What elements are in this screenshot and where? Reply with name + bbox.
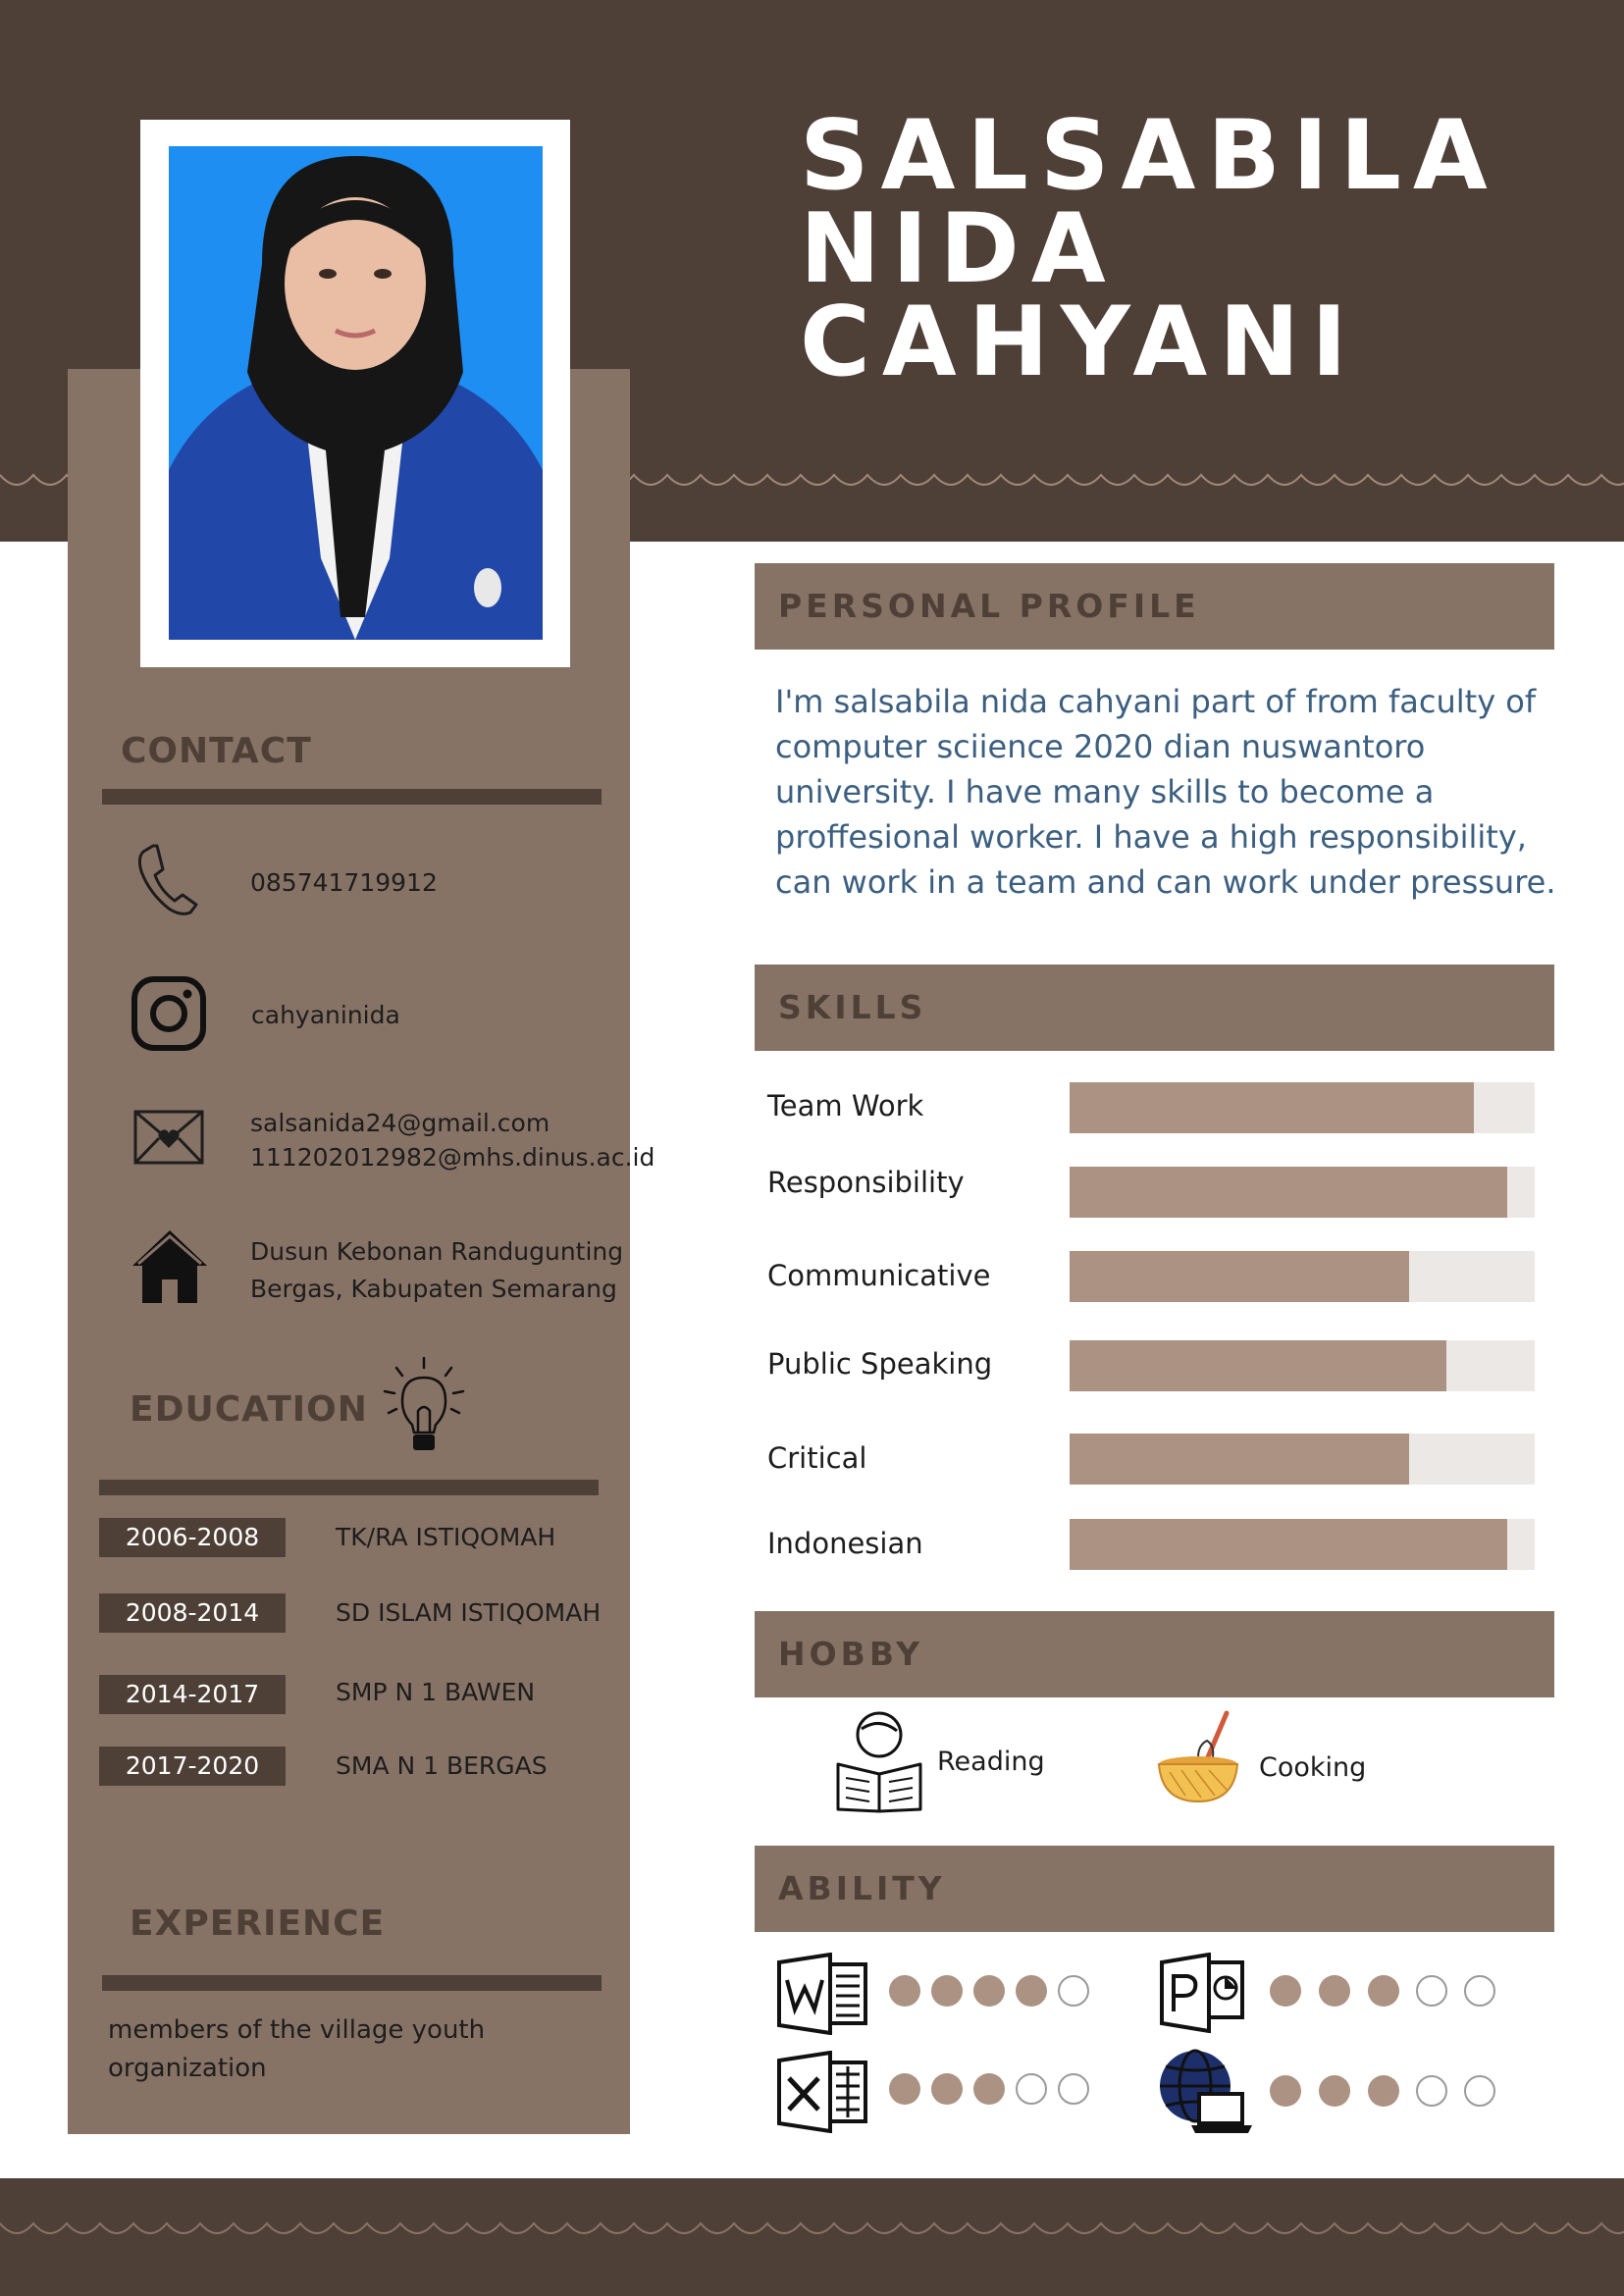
email-secondary: 111202012982@mhs.dinus.ac.id [250,1143,655,1172]
skill-label: Indonesian [767,1527,923,1560]
skill-label: Communicative [767,1259,991,1292]
full-name: SALSABILA NIDA CAHYANI [800,100,1499,398]
experience-divider [102,1975,602,1991]
footer-wave-decoration [0,2221,1624,2234]
skill-bar-fill [1070,1519,1507,1570]
hobby-heading: HOBBY [778,1635,924,1673]
rating-dot [1270,1975,1301,2007]
lightbulb-icon [383,1356,465,1450]
rating-dot [1416,2075,1447,2107]
house-icon [132,1230,207,1303]
rating-dot [1058,2073,1089,2105]
experience-description: members of the village youth organizatio… [108,2015,486,2083]
rating-dot [1058,1975,1089,2007]
hobby-label: Cooking [1259,1752,1367,1783]
instagram-icon [131,976,206,1051]
word-rating [889,1975,1105,2010]
education-years: 2014-2017 [99,1675,286,1714]
rating-dot [1319,1975,1350,2007]
skills-heading: SKILLS [778,988,927,1026]
skill-bar-fill [1070,1082,1475,1133]
person-portrait-icon [169,156,543,640]
section-bar-skills: SKILLS [755,965,1554,1051]
name-line-first: SALSABILA [800,100,1499,212]
name-line-last: CAHYANI [800,287,1359,398]
skill-bar-track [1070,1167,1535,1218]
education-school: SMA N 1 BERGAS [336,1751,548,1780]
education-school: TK/RA ISTIQOMAH [336,1523,556,1551]
phone-icon [137,844,198,915]
section-bar-profile: PERSONAL PROFILE [755,563,1554,650]
skill-label: Responsibility [767,1166,965,1199]
experience-heading: EXPERIENCE [130,1904,386,1944]
powerpoint-rating [1270,1975,1505,2010]
skill-bar-fill [1070,1340,1446,1391]
rating-dot [1368,1975,1399,2007]
mixing-bowl-icon [1157,1710,1239,1803]
rating-dot [1416,1975,1447,2007]
skill-bar-fill [1070,1167,1507,1218]
powerpoint-icon [1160,1953,1244,2033]
phone-number: 085741719912 [250,868,438,897]
rating-dot [1016,2073,1047,2105]
rating-dot [1319,2075,1350,2107]
hobby-label: Reading [937,1747,1045,1777]
profile-heading: PERSONAL PROFILE [778,587,1200,625]
education-school: SD ISLAM ISTIQOMAH [336,1598,602,1627]
rating-dot [889,1975,920,2007]
word-icon [777,1953,867,2035]
skill-bar-track [1070,1082,1535,1133]
rating-dot [973,1975,1005,2007]
education-years: 2006-2008 [99,1518,286,1557]
contact-heading: CONTACT [121,731,312,771]
rating-dot [931,1975,963,2007]
name-line-middle: NIDA [800,193,1118,305]
address-line-1: Dusun Kebonan Randugunting [250,1237,624,1266]
excel-icon [777,2051,867,2133]
education-years: 2017-2020 [99,1747,286,1786]
rating-dot [973,2073,1005,2105]
skill-bar-track [1070,1340,1535,1391]
rating-dot [1270,2075,1301,2107]
envelope-heart-icon [133,1110,204,1165]
skill-label: Team Work [767,1089,924,1122]
skill-label: Public Speaking [767,1347,993,1381]
skill-bar-track [1070,1251,1535,1302]
instagram-handle: cahyaninida [251,1001,400,1029]
excel-rating [889,2073,1105,2109]
rating-dot [1368,2075,1399,2107]
address-line-2: Bergas, Kabupaten Semarang [250,1275,617,1303]
rating-dot [1464,1975,1495,2007]
reading-book-icon [836,1711,922,1813]
profile-description: I'm salsabila nida cahyani part of from … [775,683,1556,901]
skill-bar-fill [1070,1434,1410,1485]
skill-label: Critical [767,1441,867,1475]
rating-dot [1464,2075,1495,2107]
skill-bar-track [1070,1519,1535,1570]
globe-laptop-icon [1160,2049,1252,2133]
profile-photo [169,146,543,640]
skill-bar-track [1070,1434,1535,1485]
education-school: SMP N 1 BAWEN [336,1678,536,1706]
rating-dot [889,2073,920,2105]
rating-dot [931,2073,963,2105]
section-bar-hobby: HOBBY [755,1611,1554,1697]
ability-heading: ABILITY [778,1869,946,1907]
education-years: 2008-2014 [99,1593,286,1633]
email-primary: salsanida24@gmail.com [250,1109,550,1137]
education-heading: EDUCATION [130,1389,368,1430]
education-divider [99,1480,599,1495]
rating-dot [1016,1975,1047,2007]
internet-rating [1270,2075,1505,2111]
contact-divider [102,789,602,805]
skill-bar-fill [1070,1251,1410,1302]
section-bar-ability: ABILITY [755,1846,1554,1932]
